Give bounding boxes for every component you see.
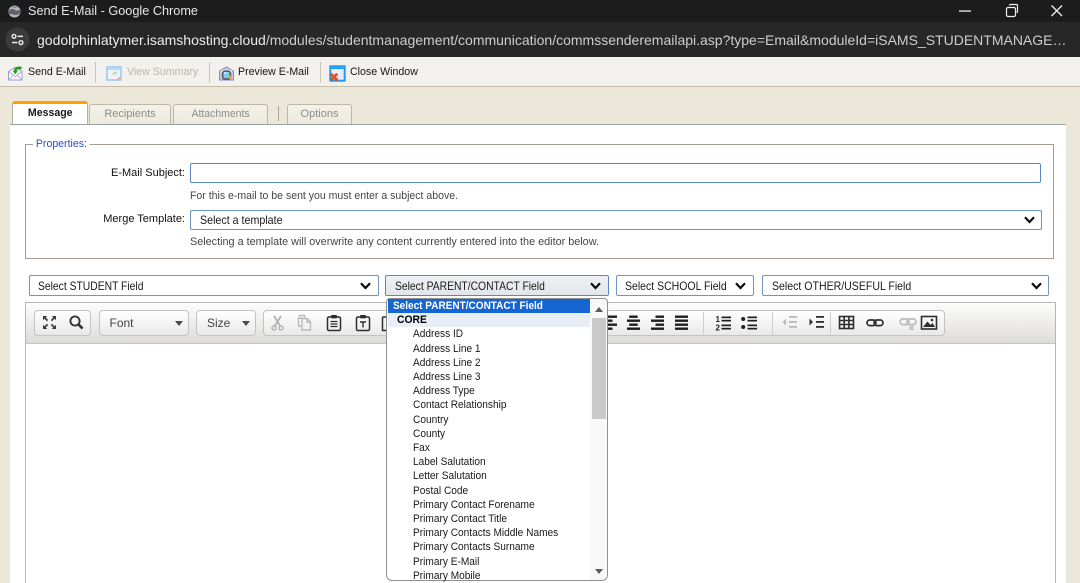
- svg-text:2: 2: [716, 324, 721, 332]
